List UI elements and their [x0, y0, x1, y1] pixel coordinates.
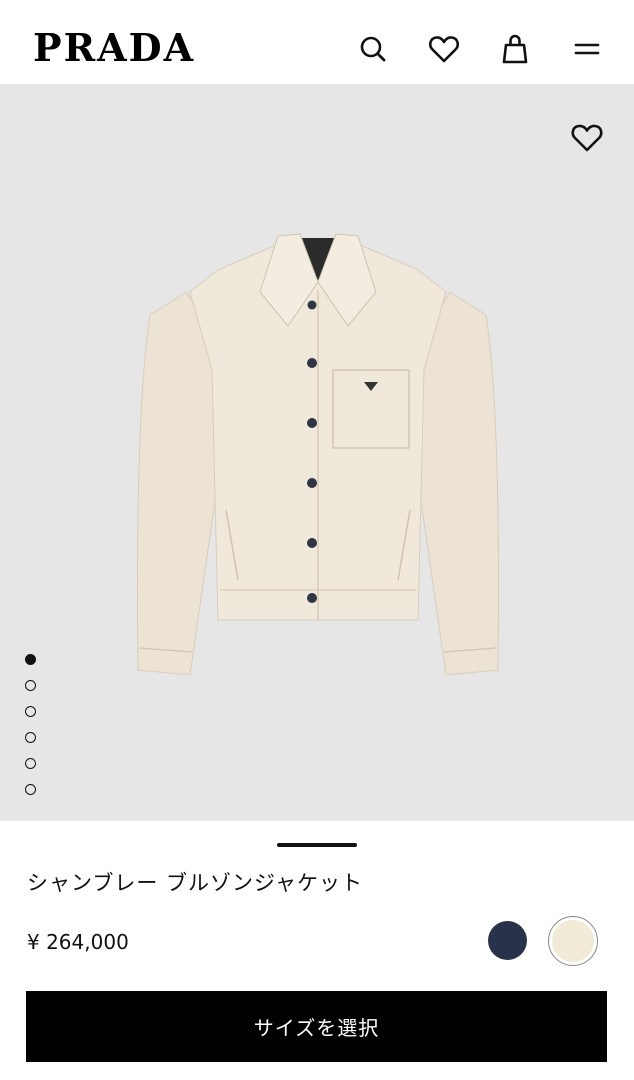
gallery-dot[interactable] [25, 784, 36, 795]
product-title: シャンブレー ブルゾンジャケット [27, 871, 363, 895]
gallery-dot[interactable] [25, 758, 36, 769]
gallery-pagination [25, 654, 39, 810]
color-swatch-navy[interactable] [488, 921, 527, 960]
sheet-drag-handle[interactable] [277, 843, 357, 847]
wishlist-heart-icon[interactable] [427, 32, 461, 66]
product-jacket-image [137, 233, 499, 676]
search-icon[interactable] [356, 32, 390, 66]
favorite-heart-icon[interactable] [568, 120, 606, 156]
shopping-bag-icon[interactable] [498, 32, 532, 66]
site-header: PRADA [0, 0, 634, 84]
gallery-dot[interactable] [25, 732, 36, 743]
menu-icon[interactable] [570, 32, 604, 66]
product-price: ¥ 264,000 [27, 930, 129, 954]
select-size-button[interactable]: サイズを選択 [26, 991, 607, 1062]
color-swatch-cream-selected[interactable] [548, 916, 598, 966]
color-swatch-cream [552, 920, 594, 962]
gallery-dot[interactable] [25, 706, 36, 717]
gallery-dot[interactable] [25, 654, 36, 665]
brand-logo[interactable]: PRADA [33, 28, 195, 68]
product-image-gallery[interactable] [0, 84, 634, 821]
gallery-dot[interactable] [25, 680, 36, 691]
